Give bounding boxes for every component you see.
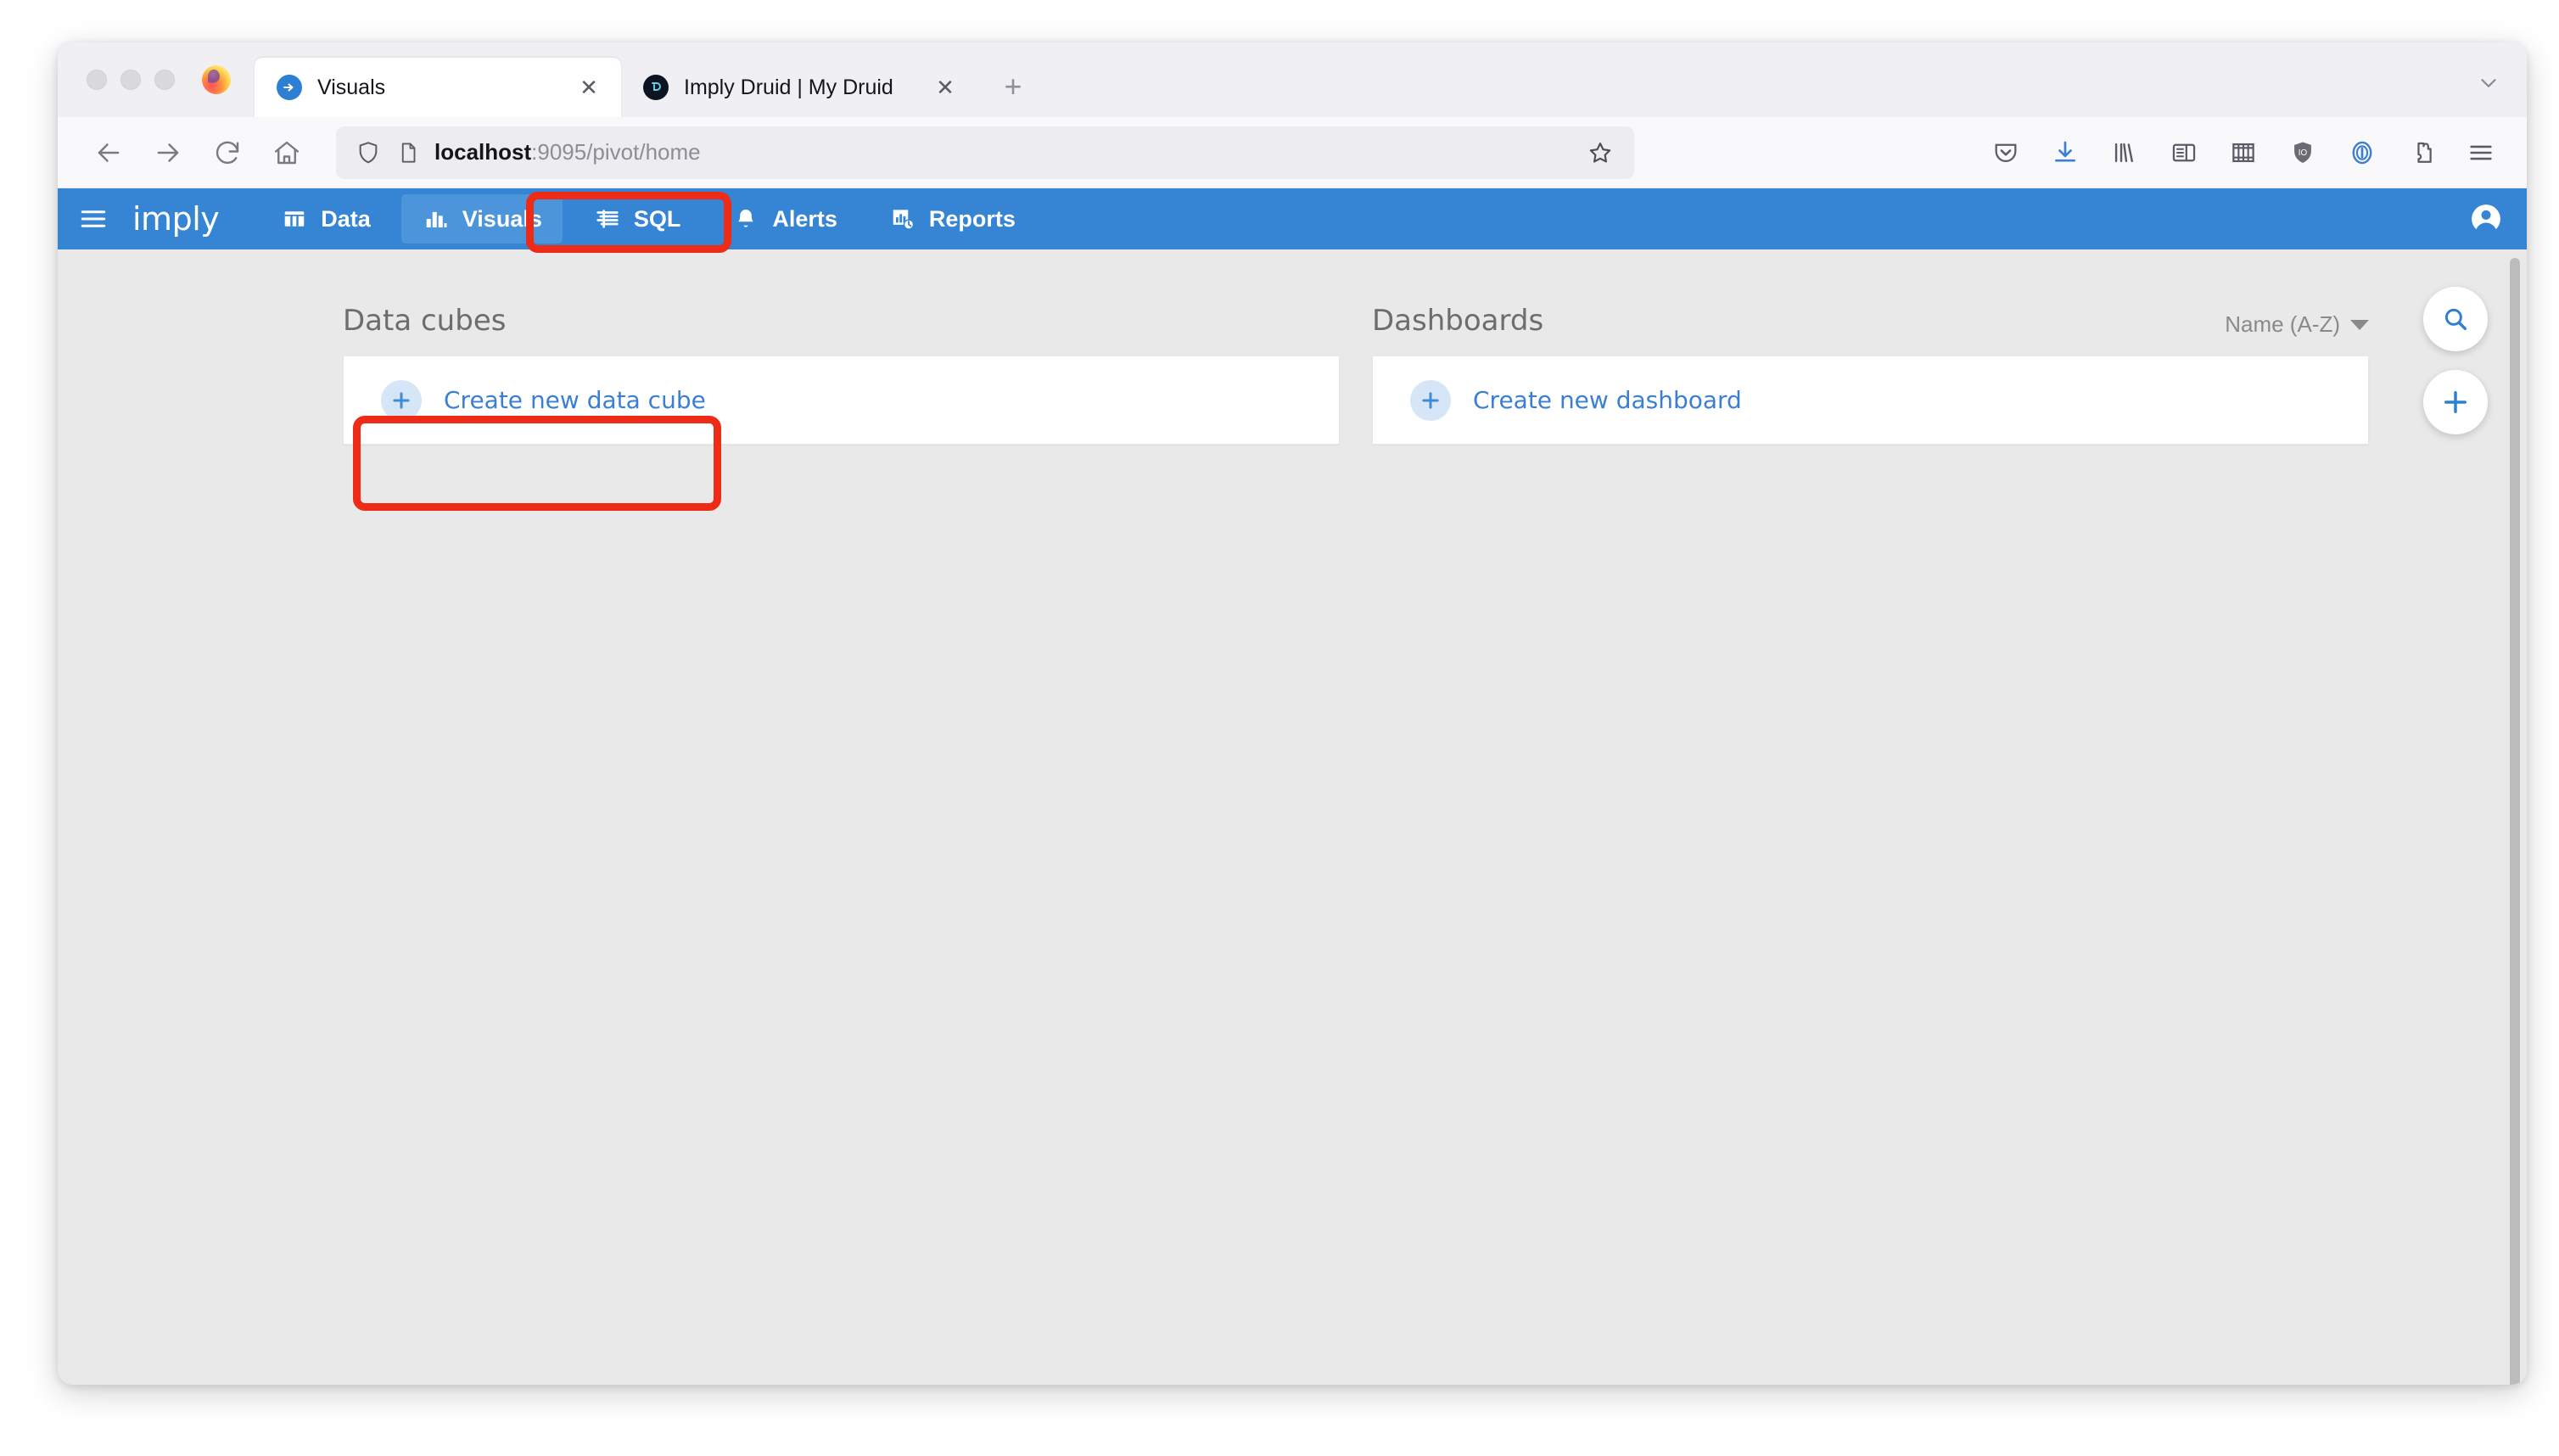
add-button[interactable] [2423,370,2488,434]
firefox-view-icon[interactable] [2216,126,2271,180]
browser-toolbar-icons: IO [1979,126,2508,180]
container-identity-icon[interactable] [2335,126,2389,180]
hamburger-icon[interactable] [58,188,129,249]
create-new-data-cube-label: Create new data cube [444,386,706,414]
account-circle-icon[interactable] [2445,188,2527,249]
window-maximize-button[interactable] [154,70,175,90]
data-cubes-column: Data cubes Create new data cube [343,294,1340,445]
search-button[interactable] [2423,287,2488,351]
create-new-data-cube-button[interactable]: Create new data cube [343,356,1340,445]
nav-item-visuals[interactable]: Visuals [401,194,563,244]
nav-item-alerts[interactable]: Alerts [711,194,858,244]
imply-app-navbar: imply Data Visuals SQL [58,188,2527,249]
bell-icon [731,204,760,233]
nav-item-data[interactable]: Data [260,194,391,244]
plus-icon [381,380,422,421]
nav-item-sql[interactable]: SQL [573,194,702,244]
sidebar-icon[interactable] [2157,126,2211,180]
nav-item-label: Data [321,206,371,232]
dashboards-column: Dashboards Name (A-Z) Create new dashboa… [1372,294,2369,445]
nav-item-label: Visuals [462,206,542,232]
report-clock-icon [888,204,917,233]
window-controls [58,42,197,117]
tab-title: Visuals [317,76,558,100]
home-icon[interactable] [260,126,314,180]
extensions-icon[interactable] [2394,126,2449,180]
plus-icon [2440,387,2471,417]
close-icon[interactable]: ✕ [930,72,960,103]
window-close-button[interactable] [87,70,107,90]
search-icon [2441,305,2470,333]
dashboards-title: Dashboards [1372,304,1543,338]
back-arrow-icon[interactable] [81,126,136,180]
library-icon[interactable] [2097,126,2152,180]
pocket-icon[interactable] [1979,126,2033,180]
url-text[interactable]: localhost:9095/pivot/home [434,139,1563,165]
bar-chart-icon [422,204,451,233]
floating-action-buttons [2423,287,2488,434]
sort-label: Name (A-Z) [2225,311,2340,338]
new-tab-button[interactable]: + [993,66,1033,107]
url-path: :9095/pivot/home [531,139,700,165]
nav-item-label: Reports [929,206,1016,232]
window-minimize-button[interactable] [120,70,141,90]
chevron-down-icon [2350,320,2369,330]
create-new-dashboard-label: Create new dashboard [1473,386,1742,414]
imply-arrow-icon [277,75,302,100]
reload-icon[interactable] [200,126,255,180]
home-columns: Data cubes Create new data cube Dashboar… [58,249,2527,445]
sql-lines-icon [593,204,622,233]
page-info-document-icon[interactable] [395,140,421,165]
page-scrollbar-thumb[interactable] [2510,258,2520,1385]
create-new-dashboard-button[interactable]: Create new dashboard [1372,356,2369,445]
sort-dropdown[interactable]: Name (A-Z) [2225,311,2369,338]
browser-tab-imply-druid[interactable]: Imply Druid | My Druid ✕ [621,58,977,117]
forward-arrow-icon[interactable] [141,126,195,180]
web-page-content: imply Data Visuals SQL [58,188,2527,1385]
firefox-logo-icon [202,65,231,94]
druid-icon [643,75,669,100]
tab-title: Imply Druid | My Druid [684,76,915,100]
data-cubes-title: Data cubes [343,304,506,338]
nav-item-label: SQL [634,206,681,232]
data-columns-icon [280,204,309,233]
svg-text:IO: IO [2299,148,2308,158]
url-domain: localhost [434,139,531,165]
close-icon[interactable]: ✕ [574,72,604,103]
tracking-protection-shield-icon[interactable] [355,139,382,166]
browser-window: Visuals ✕ Imply Druid | My Druid ✕ + [58,42,2527,1385]
star-icon[interactable] [1576,129,1624,176]
app-menu-icon[interactable] [2454,126,2508,180]
tab-strip: Visuals ✕ Imply Druid | My Druid ✕ + [58,42,2527,117]
downloads-icon[interactable] [2038,126,2092,180]
brand-logo[interactable]: imply [129,188,255,249]
address-bar[interactable]: localhost:9095/pivot/home [336,126,1634,179]
shield-icon[interactable]: IO [2276,126,2330,180]
browser-navigation-toolbar: localhost:9095/pivot/home IO [58,117,2527,188]
nav-item-label: Alerts [772,206,837,232]
nav-item-reports[interactable]: Reports [868,194,1036,244]
data-cubes-header: Data cubes [343,294,1340,338]
page-scrollbar[interactable] [2510,258,2520,1376]
list-all-tabs-chevron-down-icon[interactable] [2466,63,2511,104]
browser-tab-visuals[interactable]: Visuals ✕ [255,58,621,117]
plus-icon [1410,380,1451,421]
dashboards-header: Dashboards Name (A-Z) [1372,294,2369,338]
home-content: Data cubes Create new data cube Dashboar… [58,249,2527,1385]
